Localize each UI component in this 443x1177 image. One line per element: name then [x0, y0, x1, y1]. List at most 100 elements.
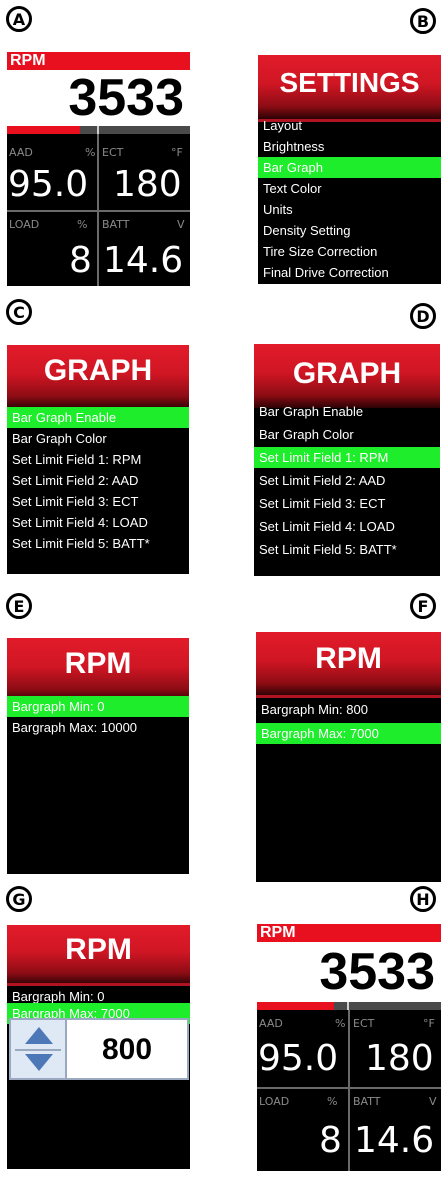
divider-vertical [348, 1010, 350, 1171]
batt-label: BATT [102, 218, 130, 231]
rpm-title: RPM [65, 933, 132, 966]
menu-item[interactable]: Set Limit Field 5: BATT* [254, 539, 440, 560]
menu-item[interactable]: Bargraph Min: 800 [256, 699, 441, 720]
menu-item[interactable]: Text Color [258, 178, 441, 199]
dashboard-screen-a: RPM 3533 AAD % ECT °F 95.0 180 LOAD % BA… [7, 52, 190, 286]
rpm-title: RPM [315, 642, 382, 675]
menu-item[interactable]: Bar Graph [258, 157, 441, 178]
batt-unit: V [177, 218, 185, 231]
value-spinner[interactable]: 800 [9, 1018, 189, 1080]
rpm-value: 3533 [68, 69, 184, 127]
menu-item[interactable]: Layout [258, 115, 441, 136]
aad-unit: % [335, 1017, 346, 1030]
menu-item[interactable]: Density Setting [258, 220, 441, 241]
rpm-bar-graph [257, 1002, 441, 1010]
label-c: C [6, 299, 32, 325]
label-b: B [410, 8, 436, 34]
rpm-header: RPM [7, 638, 189, 702]
rpm-value-box: 3533 [257, 942, 441, 1002]
menu-item[interactable]: Bar Graph Color [254, 424, 440, 445]
menu-item[interactable]: Set Limit Field 3: ECT [254, 493, 440, 514]
graph-header: GRAPH [254, 344, 440, 408]
divider-horizontal [7, 210, 190, 212]
rpm-header: RPM [256, 632, 441, 696]
ect-unit: °F [423, 1017, 435, 1030]
rpm-limit-screen-f: RPM Bargraph Min: 800 Bargraph Max: 7000 [256, 632, 441, 882]
load-unit: % [327, 1095, 338, 1108]
graph-screen-d: GRAPH Bar Graph Enable Bar Graph Color S… [254, 344, 440, 576]
arrow-down-icon[interactable] [25, 1054, 53, 1071]
label-d: D [410, 303, 436, 329]
ect-label: ECT [353, 1017, 375, 1030]
aad-value: 95.0 [8, 164, 89, 205]
menu-item[interactable]: Bar Graph Enable [254, 401, 440, 422]
label-e: E [6, 593, 32, 619]
divider-horizontal [257, 1087, 441, 1089]
load-value: 8 [69, 240, 92, 281]
menu-item[interactable]: Bargraph Max: 10000 [7, 717, 189, 738]
rpm-bar-fill [257, 1002, 335, 1010]
graph-header: GRAPH [7, 345, 189, 409]
rpm-header: RPM [257, 924, 441, 942]
menu-item[interactable]: Bargraph Max: 7000 [256, 723, 441, 744]
menu-item[interactable]: Set Limit Field 2: AAD [7, 470, 189, 491]
menu-item[interactable]: Set Limit Field 4: LOAD [7, 512, 189, 533]
menu-item[interactable]: Bargraph Min: 0 [7, 696, 189, 717]
rpm-header: RPM [7, 52, 190, 70]
batt-unit: V [429, 1095, 437, 1108]
menu-item[interactable]: Units [258, 199, 441, 220]
menu-item[interactable]: Bar Graph Color [7, 428, 189, 449]
bar-tick [97, 126, 99, 134]
dashboard-screen-h: RPM 3533 AAD % ECT °F 95.0 180 LOAD % BA… [257, 924, 441, 1171]
settings-screen: SETTINGS Layout Brightness Bar Graph Tex… [258, 55, 441, 284]
menu-item[interactable]: Tire Size Correction [258, 241, 441, 262]
rpm-title: RPM [64, 647, 132, 680]
rpm-bar-graph [7, 126, 190, 134]
ect-value: 180 [365, 1038, 434, 1079]
bar-tick [347, 1002, 349, 1010]
settings-title: SETTINGS [279, 67, 420, 98]
load-unit: % [77, 218, 88, 231]
settings-header: SETTINGS [258, 55, 441, 119]
aad-label: AAD [259, 1017, 283, 1030]
menu-item[interactable]: Bar Graph Enable [7, 407, 189, 428]
graph-screen-c: GRAPH Bar Graph Enable Bar Graph Color S… [7, 345, 189, 574]
label-h: H [410, 886, 436, 912]
menu-item[interactable]: Set Limit Field 1: RPM [7, 449, 189, 470]
spinner-divider [15, 1049, 61, 1051]
rpm-value-box: 3533 [7, 70, 190, 126]
menu-item[interactable]: Set Limit Field 4: LOAD [254, 516, 440, 537]
batt-label: BATT [353, 1095, 381, 1108]
ect-unit: °F [171, 146, 183, 159]
menu-item[interactable]: Set Limit Field 1: RPM [254, 447, 440, 468]
aad-label: AAD [9, 146, 33, 159]
spinner-buttons [11, 1020, 67, 1078]
rpm-limit-screen-e: RPM Bargraph Min: 0 Bargraph Max: 10000 [7, 638, 189, 874]
menu-item[interactable]: Brightness [258, 136, 441, 157]
aad-value: 95.0 [258, 1038, 339, 1079]
aad-unit: % [85, 146, 96, 159]
header-underline [256, 695, 441, 698]
graph-title: GRAPH [292, 357, 402, 390]
menu-item[interactable]: Set Limit Field 3: ECT [7, 491, 189, 512]
rpm-value: 3533 [319, 943, 435, 1001]
rpm-label: RPM [260, 924, 296, 941]
ect-label: ECT [102, 146, 124, 159]
load-label: LOAD [259, 1095, 290, 1108]
load-value: 8 [319, 1120, 342, 1161]
spinner-value[interactable]: 800 [67, 1020, 187, 1078]
load-label: LOAD [9, 218, 40, 231]
menu-item[interactable]: Final Drive Correction [258, 262, 441, 283]
menu-item[interactable]: Set Limit Field 5: BATT* [7, 533, 189, 554]
batt-value: 14.6 [354, 1120, 435, 1161]
label-f: F [410, 593, 436, 619]
menu-item[interactable]: Set Limit Field 2: AAD [254, 470, 440, 491]
graph-title: GRAPH [43, 354, 153, 387]
rpm-bar-fill [7, 126, 81, 134]
label-a: A [6, 6, 32, 32]
rpm-label: RPM [10, 52, 46, 69]
rpm-header: RPM [7, 925, 190, 985]
arrow-up-icon[interactable] [25, 1027, 53, 1044]
rpm-edit-screen-g: RPM Bargraph Min: 0 Bargraph Max: 7000 8… [7, 925, 190, 1169]
ect-value: 180 [113, 164, 182, 205]
